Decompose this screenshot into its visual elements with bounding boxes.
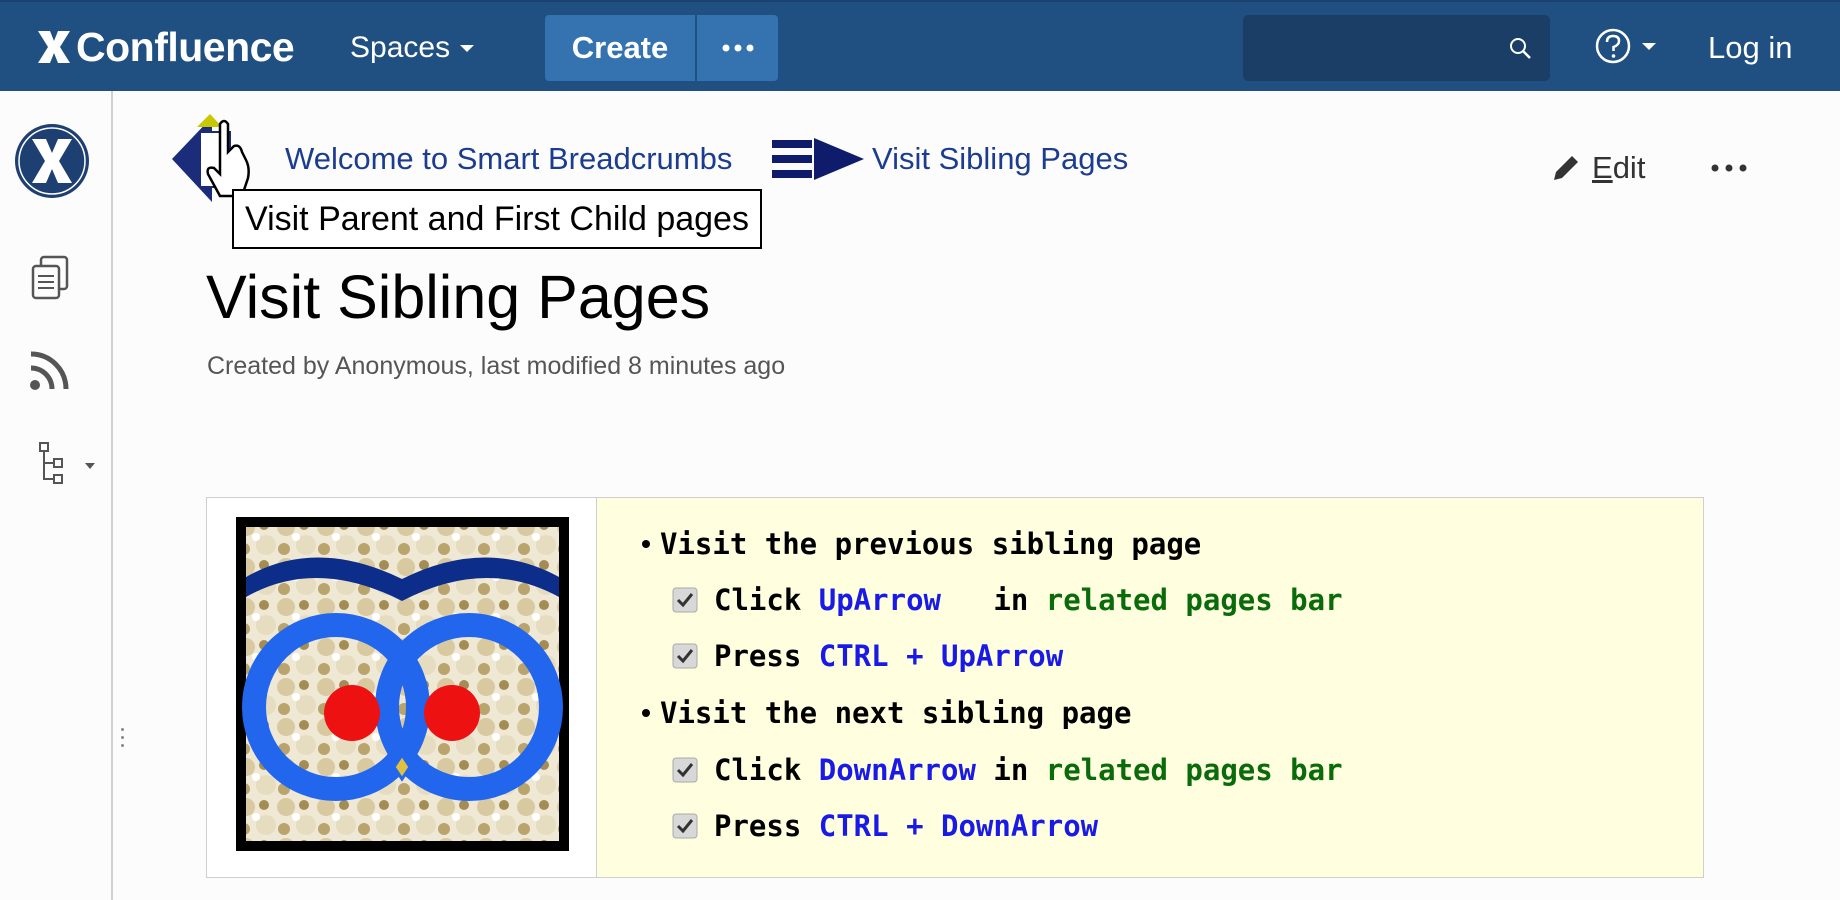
breadcrumb-parent-link[interactable]: Welcome to Smart Breadcrumbs	[285, 141, 732, 177]
confluence-logo[interactable]: Confluence	[34, 22, 295, 72]
list-heading: Visit the previous sibling page	[660, 527, 1202, 561]
list-item: Visit the previous sibling page	[642, 527, 1201, 561]
action-verb: Click	[714, 583, 819, 617]
space-logo-icon[interactable]	[14, 123, 90, 199]
bullet-icon	[642, 709, 650, 717]
search-input[interactable]	[1243, 15, 1550, 81]
list-heading: Visit the next sibling page	[660, 696, 1132, 730]
edit-label-accesskey: E	[1592, 150, 1613, 185]
edit-button[interactable]: Edit	[1550, 150, 1645, 186]
caret-down-icon	[460, 44, 475, 52]
instructions-panel: Visit the previous sibling page Click Up…	[597, 498, 1703, 877]
spaces-menu[interactable]: Spaces	[350, 26, 475, 70]
list-item: Visit the next sibling page	[642, 696, 1131, 730]
target-name: related pages bar	[1045, 583, 1343, 617]
edit-label: dit	[1612, 150, 1646, 185]
confluence-logo-icon	[38, 31, 70, 63]
create-button[interactable]: Create	[545, 15, 695, 81]
caret-down-icon[interactable]	[85, 463, 95, 469]
target-name: related pages bar	[1045, 753, 1343, 787]
checkbox-icon	[672, 757, 698, 783]
caret-down-icon	[1642, 42, 1656, 50]
bullet-icon	[642, 540, 650, 548]
logo-text: Confluence	[76, 23, 295, 70]
list-item: Click UpArrow in related pages bar	[672, 583, 1343, 617]
spaces-label: Spaces	[350, 31, 451, 64]
help-icon	[1595, 28, 1631, 64]
list-item: Click DownArrow in related pages bar	[672, 753, 1343, 787]
key-name: UpArrow	[818, 583, 941, 617]
breadcrumb-tooltip: Visit Parent and First Child pages	[232, 189, 762, 249]
create-more-button[interactable]	[697, 15, 778, 81]
checkbox-icon	[672, 813, 698, 839]
action-verb: Click	[714, 753, 819, 787]
more-dots-icon	[722, 44, 753, 52]
help-menu[interactable]	[1594, 27, 1656, 65]
breadcrumb-separator-icon[interactable]	[772, 136, 864, 182]
sidebar-resize-handle[interactable]	[121, 728, 124, 747]
page-more-dots-icon[interactable]	[1710, 163, 1750, 173]
image-cell	[207, 498, 597, 877]
action-mid: in	[940, 583, 1046, 617]
search-icon	[1510, 38, 1531, 59]
page-tree-icon[interactable]	[38, 441, 68, 487]
page-metadata: Created by Anonymous, last modified 8 mi…	[207, 352, 786, 380]
pages-icon[interactable]	[29, 254, 73, 302]
key-name: CTRL + UpArrow	[818, 639, 1064, 673]
pencil-icon	[1554, 156, 1578, 180]
login-link[interactable]: Log in	[1708, 26, 1792, 70]
top-navigation-bar: Confluence Spaces Create Log in	[0, 0, 1840, 91]
owl-image	[236, 517, 569, 851]
list-item: Press CTRL + DownArrow	[672, 809, 1098, 843]
checkbox-icon	[672, 587, 698, 613]
key-name: DownArrow	[818, 753, 976, 787]
action-verb: Press	[714, 809, 819, 843]
content-panel: Visit the previous sibling page Click Up…	[206, 497, 1704, 878]
page-title: Visit Sibling Pages	[206, 263, 711, 331]
key-name: CTRL + DownArrow	[818, 809, 1099, 843]
space-sidebar	[0, 91, 113, 900]
checkbox-icon	[672, 643, 698, 669]
action-mid: in	[975, 753, 1046, 787]
breadcrumb-current-link[interactable]: Visit Sibling Pages	[872, 141, 1128, 177]
action-verb: Press	[714, 639, 819, 673]
rss-icon[interactable]	[28, 348, 72, 392]
list-item: Press CTRL + UpArrow	[672, 639, 1063, 673]
